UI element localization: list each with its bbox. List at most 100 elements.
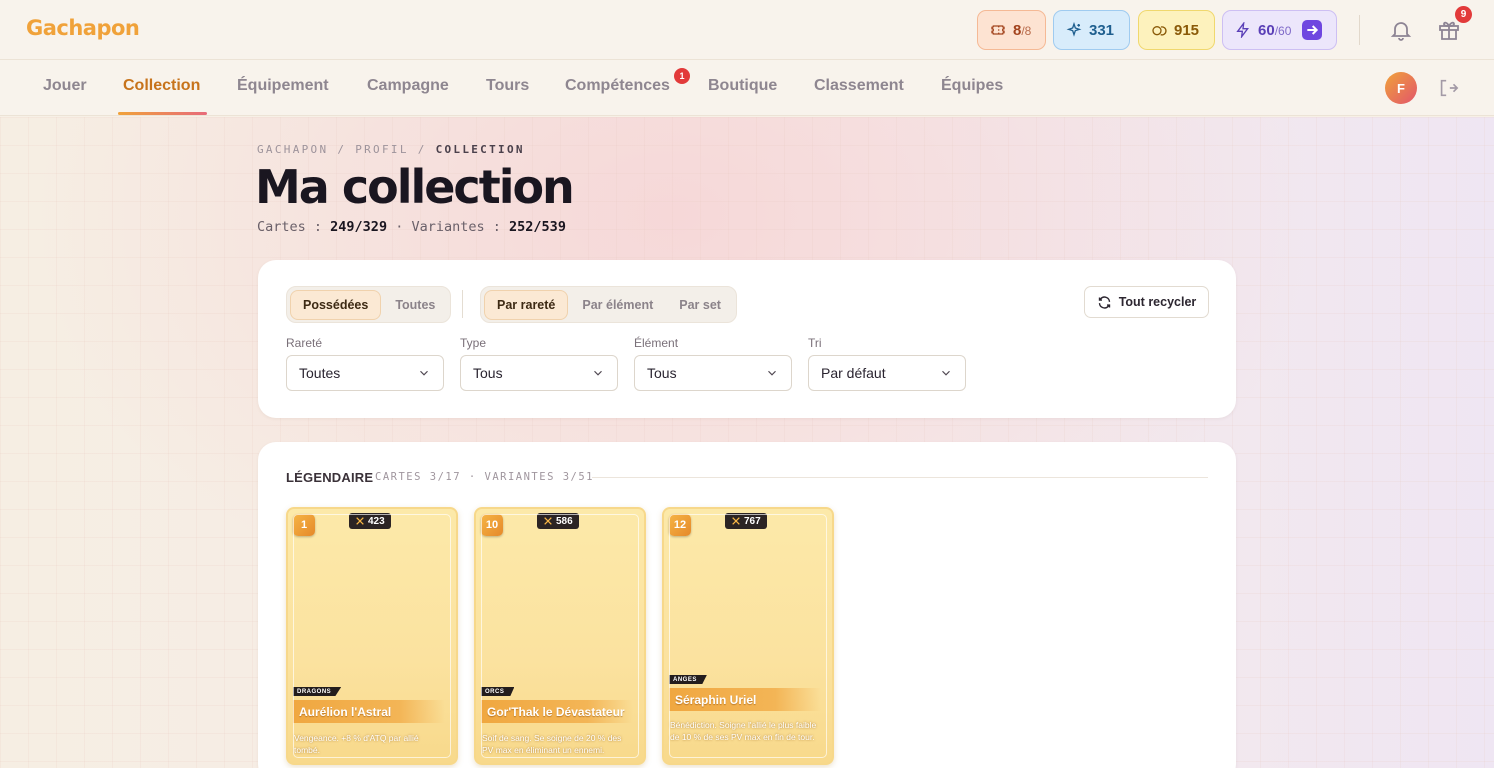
card-power-value: 423 bbox=[368, 515, 385, 527]
ownership-toggle: Possédées Toutes bbox=[286, 286, 452, 323]
card-power-value: 767 bbox=[744, 515, 761, 527]
gift-count-badge: 9 bbox=[1455, 6, 1472, 23]
bell-icon[interactable] bbox=[1389, 18, 1413, 42]
card-name: Séraphin Uriel bbox=[669, 688, 821, 711]
tab-classement[interactable]: Classement bbox=[814, 77, 904, 95]
card-description: Bénédiction. Soigne l'allié le plus faib… bbox=[670, 720, 817, 742]
tickets-max: /8 bbox=[1021, 23, 1032, 38]
card-level-badge: 10 bbox=[481, 514, 503, 536]
sort-select-value: Par défaut bbox=[821, 365, 886, 381]
crossed-swords-icon bbox=[732, 517, 740, 525]
chevron-down-icon bbox=[594, 370, 602, 376]
breadcrumb-separator: / bbox=[337, 143, 347, 156]
cards-label: Cartes : bbox=[257, 219, 323, 235]
sort-label: Tri bbox=[808, 336, 822, 350]
collection-card[interactable]: 10 586 ORCS Gor'Thak le Dévastateur Soif… bbox=[474, 507, 646, 765]
collection-stats: Cartes : 249/329 · Variantes : 252/539 bbox=[257, 219, 566, 235]
ownership-owned-button[interactable]: Possédées bbox=[290, 289, 382, 320]
cards-value: 249/329 bbox=[330, 219, 388, 235]
filter-divider bbox=[462, 290, 463, 318]
section-title: LÉGENDAIRE bbox=[286, 470, 374, 485]
tab-campagne[interactable]: Campagne bbox=[367, 77, 449, 95]
type-select[interactable]: Tous bbox=[460, 355, 618, 391]
card-level-badge: 1 bbox=[293, 514, 315, 536]
header-divider bbox=[1359, 15, 1360, 45]
breadcrumb: GACHAPON / PROFIL / COLLECTION bbox=[257, 143, 525, 156]
chevron-down-icon bbox=[942, 370, 950, 376]
group-by-rarity-button[interactable]: Par rareté bbox=[484, 289, 569, 320]
filter-panel: Possédées Toutes Par rareté Par élément … bbox=[258, 260, 1236, 418]
coins-counter[interactable]: 915 bbox=[1138, 10, 1215, 50]
ownership-all-button[interactable]: Toutes bbox=[383, 290, 447, 320]
stats-dot: · bbox=[395, 219, 404, 235]
collection-card[interactable]: 12 767 ANGES Séraphin Uriel Bénédiction.… bbox=[662, 507, 834, 765]
sparkle-icon bbox=[1066, 22, 1082, 37]
recycle-all-button[interactable]: Tout recycler bbox=[1084, 286, 1209, 318]
gift-icon[interactable] bbox=[1437, 18, 1461, 42]
energy-counter[interactable]: 60/60 bbox=[1222, 10, 1337, 50]
crossed-swords-icon bbox=[544, 517, 552, 525]
top-bar: Gachapon 8/8 331 915 60/60 9 bbox=[0, 0, 1494, 60]
card-power-badge: 423 bbox=[349, 513, 391, 529]
competences-badge: 1 bbox=[674, 68, 690, 84]
type-select-value: Tous bbox=[473, 365, 503, 381]
tab-equipes[interactable]: Équipes bbox=[941, 77, 1003, 95]
breadcrumb-current: COLLECTION bbox=[435, 143, 525, 156]
chevron-down-icon bbox=[768, 370, 776, 376]
tab-tours[interactable]: Tours bbox=[486, 77, 529, 95]
element-label: Élément bbox=[634, 336, 679, 350]
grouping-toggle: Par rareté Par élément Par set bbox=[480, 286, 737, 323]
tab-jouer[interactable]: Jouer bbox=[43, 77, 87, 95]
card-level-badge: 12 bbox=[669, 514, 691, 536]
energy-value: 60 bbox=[1258, 21, 1275, 39]
rarity-label: Rareté bbox=[286, 336, 323, 350]
card-faction-tag: ORCS bbox=[481, 687, 515, 696]
tab-competences[interactable]: Compétences bbox=[565, 77, 670, 95]
rarity-select-value: Toutes bbox=[299, 365, 341, 381]
card-description: Vengeance. +8 % d'ATQ par allié tombé. bbox=[294, 733, 419, 755]
card-power-badge: 586 bbox=[537, 513, 579, 529]
ticket-icon bbox=[991, 25, 1005, 35]
avatar[interactable]: F bbox=[1385, 72, 1417, 104]
breadcrumb-profil[interactable]: PROFIL bbox=[355, 143, 409, 156]
card-name: Aurélion l'Astral bbox=[293, 700, 445, 723]
sort-select[interactable]: Par défaut bbox=[808, 355, 966, 391]
energy-refill-button[interactable] bbox=[1302, 20, 1323, 40]
tab-equipement[interactable]: Équipement bbox=[237, 77, 329, 95]
group-by-set-button[interactable]: Par set bbox=[667, 290, 733, 320]
card-faction-tag: DRAGONS bbox=[293, 687, 342, 696]
rarity-select[interactable]: Toutes bbox=[286, 355, 444, 391]
breadcrumb-separator: / bbox=[417, 143, 427, 156]
element-select[interactable]: Tous bbox=[634, 355, 792, 391]
card-description: Soif de sang. Se soigne de 20 % des PV m… bbox=[482, 733, 622, 755]
logout-icon[interactable] bbox=[1437, 77, 1459, 99]
collection-card[interactable]: 1 423 DRAGONS Aurélion l'Astral Vengeanc… bbox=[286, 507, 458, 765]
card-faction-tag: ANGES bbox=[669, 675, 707, 684]
refresh-icon bbox=[1098, 295, 1110, 309]
main-nav: Jouer Collection Équipement Campagne Tou… bbox=[0, 60, 1494, 116]
legendary-section: LÉGENDAIRE CARTES 3/17 · VARIANTES 3/51 … bbox=[258, 442, 1236, 768]
group-by-element-button[interactable]: Par élément bbox=[570, 290, 665, 320]
energy-max: /60 bbox=[1274, 23, 1292, 38]
card-power-badge: 767 bbox=[725, 513, 767, 529]
variants-label: Variantes : bbox=[411, 219, 501, 235]
type-label: Type bbox=[460, 336, 487, 350]
coins-value: 915 bbox=[1174, 21, 1200, 39]
page-title: Ma collection bbox=[255, 160, 575, 214]
tickets-counter[interactable]: 8/8 bbox=[977, 10, 1046, 50]
arrow-right-icon bbox=[1307, 25, 1319, 35]
element-select-value: Tous bbox=[647, 365, 677, 381]
chevron-down-icon bbox=[420, 370, 428, 376]
stars-value: 331 bbox=[1089, 21, 1115, 39]
section-meta: CARTES 3/17 · VARIANTES 3/51 bbox=[375, 471, 595, 483]
breadcrumb-gachapon[interactable]: GACHAPON bbox=[257, 143, 328, 156]
active-tab-indicator bbox=[118, 112, 207, 115]
stars-counter[interactable]: 331 bbox=[1053, 10, 1130, 50]
app-logo[interactable]: Gachapon bbox=[26, 16, 140, 40]
card-name: Gor'Thak le Dévastateur bbox=[481, 700, 633, 723]
lightning-icon bbox=[1236, 22, 1249, 38]
card-power-value: 586 bbox=[556, 515, 573, 527]
coins-icon bbox=[1152, 25, 1167, 36]
tab-collection[interactable]: Collection bbox=[123, 77, 200, 95]
tab-boutique[interactable]: Boutique bbox=[708, 77, 777, 95]
